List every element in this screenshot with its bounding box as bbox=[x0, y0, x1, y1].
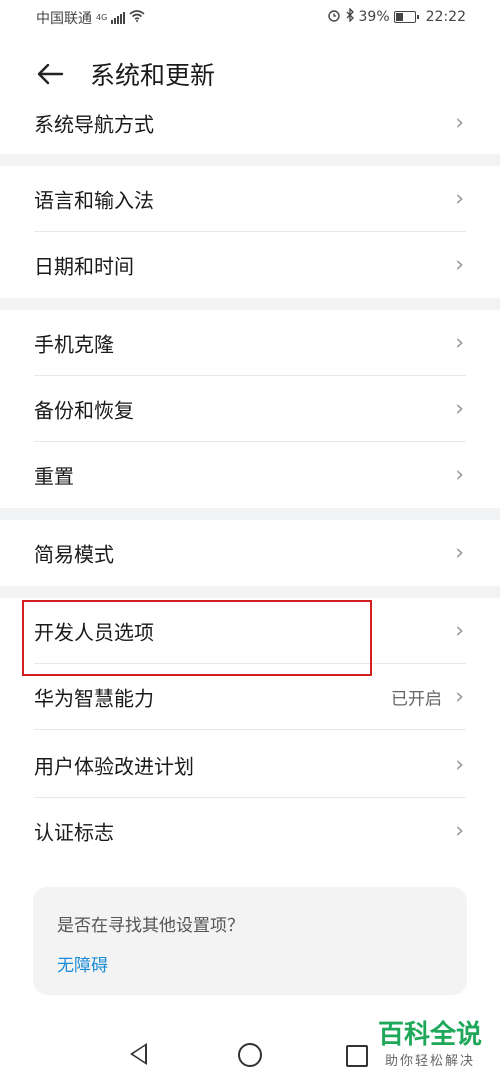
bluetooth-icon bbox=[345, 7, 355, 26]
chevron-right-icon: › bbox=[455, 684, 464, 710]
alarm-icon bbox=[327, 8, 341, 26]
chevron-right-icon: › bbox=[455, 330, 464, 356]
row-date-time[interactable]: 日期和时间 › bbox=[0, 232, 500, 298]
row-label: 备份和恢复 bbox=[34, 398, 134, 423]
section-gap bbox=[0, 586, 500, 598]
signal-icon bbox=[111, 12, 126, 24]
wifi-icon bbox=[129, 10, 145, 26]
row-label: 认证标志 bbox=[34, 820, 114, 845]
row-reset[interactable]: 重置 › bbox=[0, 442, 500, 508]
chevron-right-icon: › bbox=[455, 186, 464, 212]
clock: 22:22 bbox=[425, 9, 466, 25]
chevron-right-icon: › bbox=[455, 110, 464, 136]
section-gap bbox=[0, 508, 500, 520]
back-arrow-icon[interactable] bbox=[30, 54, 70, 94]
watermark: 百科全说 助你轻松解决 bbox=[378, 1020, 482, 1069]
chevron-right-icon: › bbox=[455, 396, 464, 422]
recents-nav-icon[interactable] bbox=[346, 1045, 368, 1067]
watermark-subtitle: 助你轻松解决 bbox=[384, 1054, 475, 1069]
row-user-experience[interactable]: 用户体验改进计划 › bbox=[0, 732, 500, 798]
row-label: 手机克隆 bbox=[34, 332, 114, 357]
row-label: 系统导航方式 bbox=[34, 112, 154, 137]
row-label: 重置 bbox=[34, 464, 74, 489]
battery-icon bbox=[393, 11, 419, 23]
chevron-right-icon: › bbox=[455, 540, 464, 566]
home-nav-icon[interactable] bbox=[238, 1043, 262, 1067]
status-bar: 中国联通 4G 39% 22:22 bbox=[0, 0, 500, 36]
suggestion-question: 是否在寻找其他设置项？ bbox=[57, 916, 244, 936]
divider bbox=[34, 729, 466, 730]
chevron-right-icon: › bbox=[455, 252, 464, 278]
row-label: 华为智慧能力 bbox=[34, 686, 154, 711]
highlight-box bbox=[22, 600, 372, 676]
row-phone-clone[interactable]: 手机克隆 › bbox=[0, 310, 500, 376]
row-label: 简易模式 bbox=[34, 542, 114, 567]
carrier-label: 中国联通 bbox=[36, 11, 92, 27]
section-gap bbox=[0, 154, 500, 166]
row-label: 语言和输入法 bbox=[34, 188, 154, 213]
row-certification[interactable]: 认证标志 › bbox=[0, 798, 500, 864]
chevron-right-icon: › bbox=[455, 752, 464, 778]
suggestion-card: 是否在寻找其他设置项？ 无障碍 bbox=[33, 887, 467, 995]
row-backup-restore[interactable]: 备份和恢复 › bbox=[0, 376, 500, 442]
chevron-right-icon: › bbox=[455, 818, 464, 844]
row-system-navigation[interactable]: 系统导航方式 › bbox=[0, 90, 500, 156]
row-label: 日期和时间 bbox=[34, 254, 134, 279]
page-title: 系统和更新 bbox=[90, 61, 216, 90]
row-status: 已开启 bbox=[391, 689, 442, 710]
chevron-right-icon: › bbox=[455, 618, 464, 644]
battery-percent: 39% bbox=[358, 9, 390, 25]
back-nav-icon[interactable] bbox=[130, 1043, 147, 1065]
row-label: 用户体验改进计划 bbox=[34, 754, 194, 779]
chevron-right-icon: › bbox=[455, 462, 464, 488]
section-gap bbox=[0, 298, 500, 310]
accessibility-link[interactable]: 无障碍 bbox=[57, 951, 108, 976]
network-type: 4G bbox=[96, 13, 108, 22]
row-simple-mode[interactable]: 简易模式 › bbox=[0, 520, 500, 586]
watermark-title: 百科全说 bbox=[377, 1020, 482, 1050]
row-language-input[interactable]: 语言和输入法 › bbox=[0, 166, 500, 232]
